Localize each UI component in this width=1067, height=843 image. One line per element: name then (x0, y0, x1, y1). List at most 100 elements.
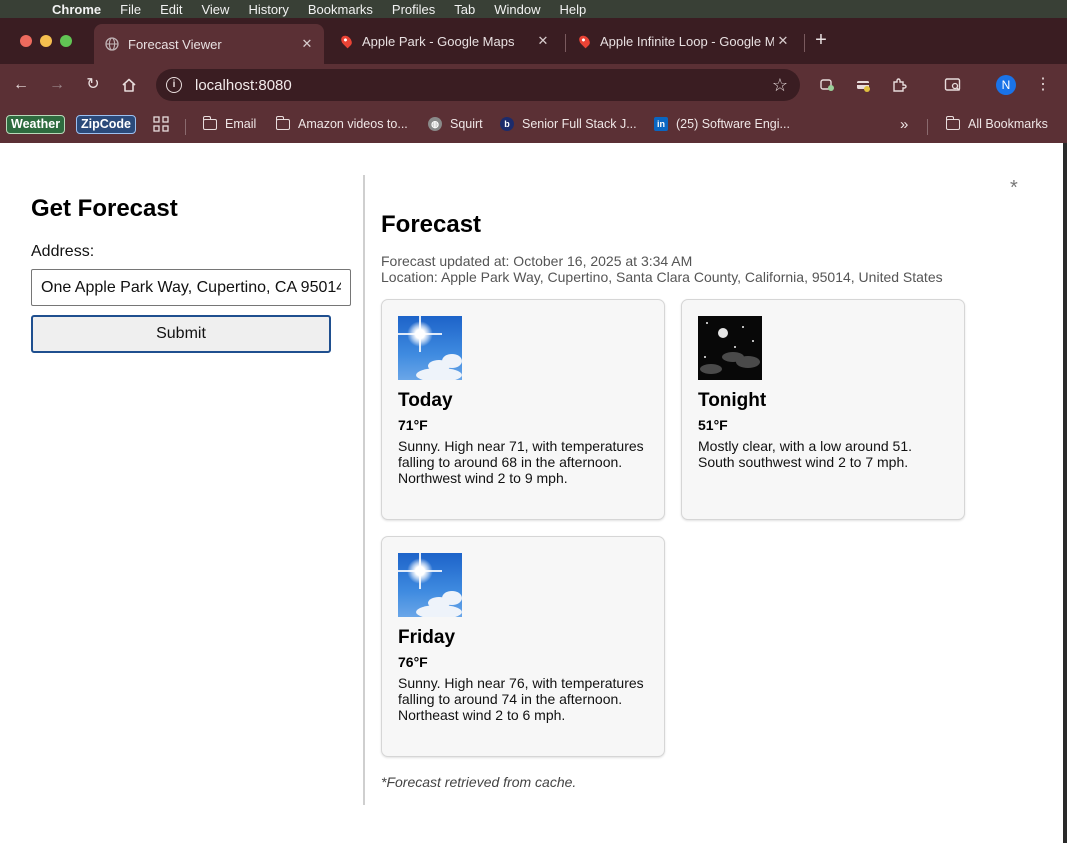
vertical-divider (363, 175, 365, 805)
bookmark-star-icon[interactable]: ☆ (772, 75, 788, 96)
corner-asterisk: * (1010, 177, 1018, 199)
sunny-icon (398, 316, 462, 380)
home-icon[interactable] (118, 74, 140, 96)
forecast-meta: Forecast updated at: October 16, 2025 at… (381, 253, 1041, 285)
tab-strip: Forecast Viewer ✕ Apple Park - Google Ma… (0, 18, 1067, 64)
globe-icon (104, 36, 120, 52)
location-text: Location: Apple Park Way, Cupertino, San… (381, 269, 943, 285)
address-bar[interactable]: i localhost:8080 ☆ (156, 69, 800, 101)
menu-help[interactable]: Help (560, 2, 587, 17)
tab-title: Apple Infinite Loop - Google M (600, 33, 774, 49)
tab-apple-infinite-loop-maps[interactable]: Apple Infinite Loop - Google M ✕ (566, 24, 800, 58)
period-temperature: 51°F (698, 417, 728, 433)
folder-icon (202, 115, 217, 130)
bookmark-amazon-videos[interactable]: Amazon videos to... (275, 114, 408, 134)
window-edge (1063, 143, 1067, 843)
sunny-icon (398, 553, 462, 617)
bookmark-label: Weather (6, 114, 66, 134)
bookmark-label: (25) Software Engi... (676, 117, 790, 131)
tab-title: Forecast Viewer (128, 36, 222, 52)
bookmark-squirt[interactable]: ◍ Squirt (428, 114, 483, 134)
bookmarks-overflow-button[interactable]: » (900, 114, 908, 134)
more-menu-icon[interactable]: ⋮ (1032, 74, 1054, 96)
new-tab-button[interactable]: + (811, 30, 831, 50)
extension-translate-icon[interactable] (816, 74, 838, 96)
bookmarks-bar: Weather ZipCode Email Amazon videos to..… (0, 106, 1067, 143)
profile-avatar[interactable]: N (996, 75, 1016, 95)
tab-forecast-viewer[interactable]: Forecast Viewer ✕ (94, 24, 324, 64)
close-icon[interactable]: ✕ (298, 36, 316, 52)
forecast-card-tonight: Tonight 51°F Mostly clear, with a low ar… (681, 299, 965, 520)
bookmark-label: ZipCode (76, 114, 136, 134)
bookmark-separator (185, 119, 186, 135)
period-name: Friday (398, 627, 456, 648)
bookmark-linkedin[interactable]: in (25) Software Engi... (654, 114, 790, 134)
bookmark-label: Email (225, 117, 257, 131)
google-maps-icon (576, 33, 592, 49)
menu-app-name[interactable]: Chrome (52, 2, 101, 17)
forecast-title: Forecast (381, 211, 482, 238)
tab-title: Apple Park - Google Maps (362, 33, 515, 49)
period-temperature: 71°F (398, 417, 428, 433)
bookmark-label: All Bookmarks (968, 117, 1048, 131)
globe-icon: ◍ (428, 117, 442, 131)
bookmark-zipcode[interactable]: ZipCode (76, 114, 136, 134)
folder-icon (275, 115, 290, 130)
browser-toolbar: ← → ↻ i localhost:8080 ☆ N ⋮ (0, 64, 1067, 106)
period-description: Sunny. High near 71, with temperatures f… (398, 438, 644, 486)
forecast-panel: Forecast Forecast updated at: October 16… (381, 211, 1041, 790)
menu-window[interactable]: Window (494, 2, 540, 17)
bookmark-separator (927, 119, 928, 135)
menu-history[interactable]: History (248, 2, 288, 17)
bookmark-label: Senior Full Stack J... (522, 117, 637, 131)
forecast-card-friday: Friday 76°F Sunny. High near 76, with te… (381, 536, 665, 757)
close-window-button[interactable] (20, 35, 32, 47)
address-label: Address: (31, 243, 95, 260)
tab-separator (804, 34, 805, 52)
bookmark-senior-full-stack[interactable]: b Senior Full Stack J... (500, 114, 637, 134)
menu-file[interactable]: File (120, 2, 141, 17)
address-input[interactable] (31, 269, 351, 306)
bookmark-email[interactable]: Email (202, 114, 257, 134)
extensions-puzzle-icon[interactable] (888, 74, 910, 96)
close-icon[interactable]: ✕ (774, 33, 792, 49)
all-bookmarks-button[interactable]: All Bookmarks (945, 114, 1048, 134)
menu-tab[interactable]: Tab (454, 2, 475, 17)
reload-icon[interactable]: ↻ (82, 74, 104, 96)
tab-apple-park-maps[interactable]: Apple Park - Google Maps ✕ (328, 24, 560, 58)
clear-night-icon (698, 316, 762, 380)
folder-icon (945, 115, 960, 130)
back-icon[interactable]: ← (10, 74, 32, 96)
menu-view[interactable]: View (201, 2, 229, 17)
tab-search-icon[interactable] (942, 74, 964, 96)
macos-menu-bar: Chrome File Edit View History Bookmarks … (0, 0, 1067, 18)
period-name: Today (398, 390, 453, 411)
updated-text: Forecast updated at: October 16, 2025 at… (381, 253, 693, 269)
bookmark-weather[interactable]: Weather (6, 114, 66, 134)
google-maps-icon (338, 33, 354, 49)
bookmark-label: Amazon videos to... (298, 117, 408, 131)
submit-button[interactable]: Submit (31, 315, 331, 353)
cache-footnote: *Forecast retrieved from cache. (381, 774, 577, 790)
menu-edit[interactable]: Edit (160, 2, 182, 17)
menu-profiles[interactable]: Profiles (392, 2, 435, 17)
site-logo-icon: b (500, 117, 514, 131)
period-temperature: 76°F (398, 654, 428, 670)
period-description: Sunny. High near 76, with temperatures f… (398, 675, 644, 723)
form-title: Get Forecast (31, 195, 178, 222)
linkedin-icon: in (654, 117, 668, 131)
apps-grid-icon[interactable] (153, 114, 169, 134)
close-icon[interactable]: ✕ (534, 33, 552, 49)
bookmark-label: Squirt (450, 117, 483, 131)
page-content: Get Forecast Address: Submit * Forecast … (0, 143, 1063, 843)
menu-bookmarks[interactable]: Bookmarks (308, 2, 373, 17)
forecast-card-today: Today 71°F Sunny. High near 71, with tem… (381, 299, 665, 520)
maximize-window-button[interactable] (60, 35, 72, 47)
url-text[interactable]: localhost:8080 (195, 77, 772, 94)
minimize-window-button[interactable] (40, 35, 52, 47)
site-info-icon[interactable]: i (166, 77, 182, 93)
extension-card-icon[interactable] (852, 74, 874, 96)
period-name: Tonight (698, 390, 767, 411)
forward-icon[interactable]: → (46, 74, 68, 96)
forecast-form: Get Forecast Address: Submit (31, 195, 351, 353)
